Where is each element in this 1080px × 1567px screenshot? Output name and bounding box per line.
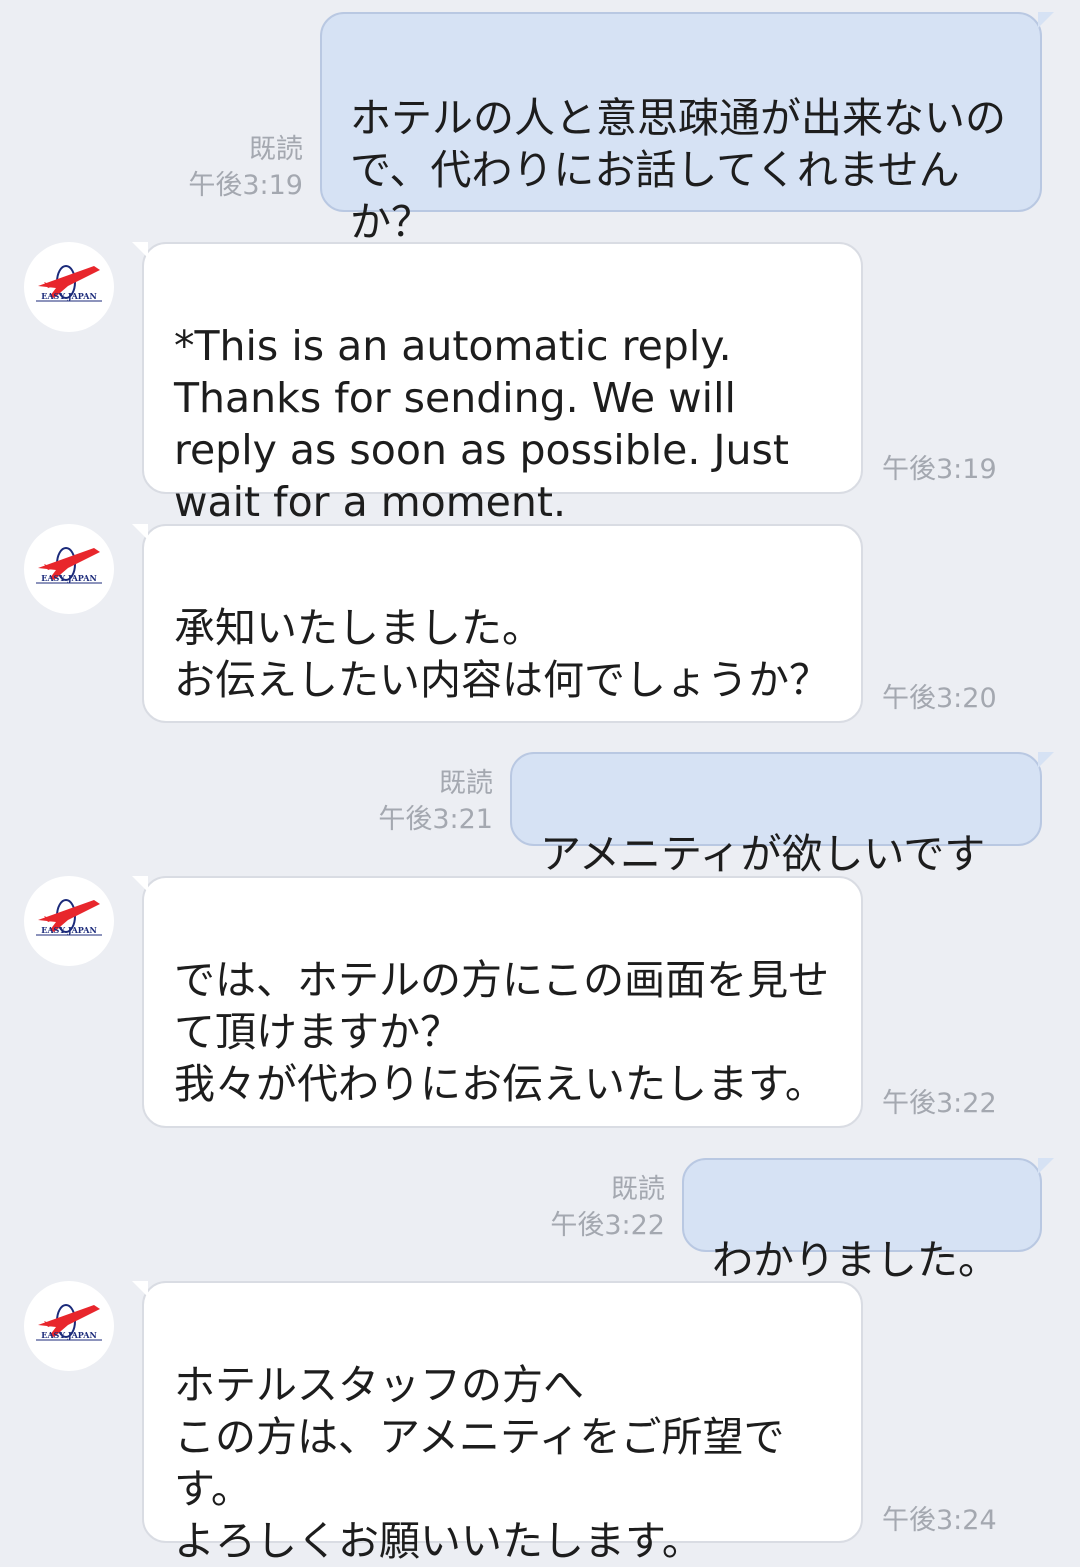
svg-text:EASY JAPAN: EASY JAPAN: [41, 291, 97, 301]
message-text: *This is an automatic reply. Thanks for …: [174, 322, 789, 526]
message-status: 既読 午後3:22: [550, 1172, 665, 1244]
outgoing-message-bubble[interactable]: わかりました。: [682, 1158, 1054, 1284]
incoming-message-bubble[interactable]: ホテルスタッフの方へ この方は、アメニティをご所望です。 よろしくお願いいたしま…: [132, 1281, 863, 1565]
contact-avatar[interactable]: EASY JAPAN: [24, 242, 114, 332]
contact-avatar[interactable]: EASY JAPAN: [24, 1281, 114, 1371]
message-time: 午後3:24: [882, 1505, 997, 1536]
contact-avatar[interactable]: EASY JAPAN: [24, 876, 114, 966]
message-time: 午後3:22: [550, 1210, 665, 1241]
read-receipt: 既読: [249, 134, 303, 165]
message-time: 午後3:22: [882, 1088, 997, 1119]
message-time: 午後3:19: [882, 454, 997, 485]
outgoing-message-bubble[interactable]: アメニティが欲しいです: [510, 752, 1054, 878]
read-receipt: 既読: [439, 768, 493, 799]
message-time: 午後3:19: [188, 170, 303, 201]
incoming-message-bubble[interactable]: *This is an automatic reply. Thanks for …: [132, 242, 863, 526]
message-text: わかりました。: [712, 1236, 999, 1284]
message-text: ホテルの人と意思疎通が出来ないので、代わりにお話してくれませんか？: [350, 94, 1006, 246]
easy-japan-plane-logo-icon: EASY JAPAN: [36, 265, 102, 302]
easy-japan-plane-logo-icon: EASY JAPAN: [36, 547, 102, 584]
outgoing-message-bubble[interactable]: ホテルの人と意思疎通が出来ないので、代わりにお話してくれませんか？: [320, 12, 1054, 246]
message-text: では、ホテルの方にこの画面を見せて頂けますか？ 我々が代わりにお伝えいたします。: [174, 956, 830, 1108]
svg-text:EASY JAPAN: EASY JAPAN: [41, 925, 97, 935]
svg-text:EASY JAPAN: EASY JAPAN: [41, 1330, 97, 1340]
message-text: 承知いたしました。 お伝えしたい内容は何でしょうか？: [174, 604, 830, 704]
incoming-message-bubble[interactable]: 承知いたしました。 お伝えしたい内容は何でしょうか？: [132, 524, 863, 723]
message-text: アメニティが欲しいです: [540, 830, 986, 878]
contact-avatar[interactable]: EASY JAPAN: [24, 524, 114, 614]
svg-text:EASY JAPAN: EASY JAPAN: [41, 573, 97, 583]
easy-japan-plane-logo-icon: EASY JAPAN: [36, 1304, 102, 1341]
message-text: ホテルスタッフの方へ この方は、アメニティをご所望です。 よろしくお願いいたしま…: [174, 1361, 785, 1565]
easy-japan-plane-logo-icon: EASY JAPAN: [36, 899, 102, 936]
message-status: 既読 午後3:21: [378, 766, 493, 838]
message-status: 既読 午後3:19: [188, 132, 303, 204]
incoming-message-bubble[interactable]: では、ホテルの方にこの画面を見せて頂けますか？ 我々が代わりにお伝えいたします。: [132, 876, 863, 1128]
read-receipt: 既読: [611, 1174, 665, 1205]
message-time: 午後3:21: [378, 804, 493, 835]
message-time: 午後3:20: [882, 683, 997, 714]
